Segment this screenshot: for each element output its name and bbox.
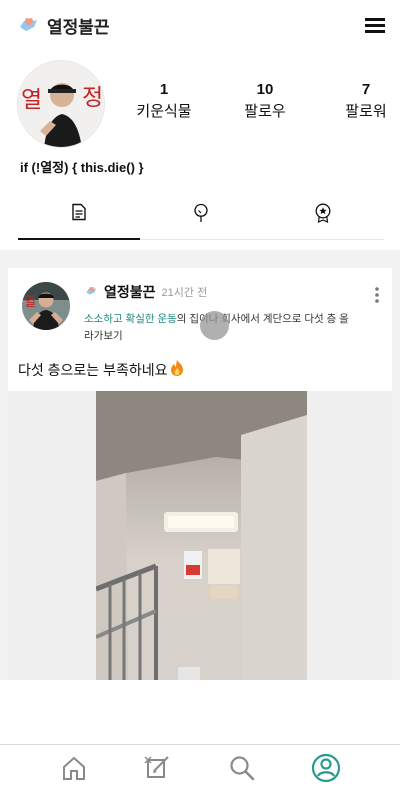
profile-section: 열 정 1 키운식물 10 팔로우 7 팔로워 <box>0 58 400 153</box>
touch-indicator <box>200 311 229 340</box>
document-icon <box>70 203 88 226</box>
app-root: 열정불끈 열 정 1 키운식물 10 팔로우 7 팔로워 if (!열정) {… <box>0 0 400 796</box>
stairwell-photo <box>96 391 307 680</box>
tab-posts[interactable] <box>18 203 140 240</box>
app-title: 열정불끈 <box>47 17 110 37</box>
profile-stats: 1 키운식물 10 팔로우 7 팔로워 <box>135 81 395 123</box>
fire-icon <box>169 359 185 380</box>
post-text-content: 다섯 층으로는 부족하네요 <box>18 361 168 378</box>
hamburger-menu-icon[interactable] <box>362 12 388 38</box>
stat-plants[interactable]: 1 키운식물 <box>135 81 193 123</box>
tab-badges[interactable] <box>262 203 384 239</box>
post-text: 다섯 층으로는 부족하네요 <box>18 359 185 380</box>
stat-following-value: 10 <box>256 81 274 98</box>
nav-home[interactable] <box>57 754 91 788</box>
badge-star-icon <box>314 203 332 228</box>
stat-followers-label: 팔로워 <box>345 103 387 120</box>
post-author-row: 열정불끈 21시간 전 <box>84 282 354 302</box>
nav-search[interactable] <box>225 754 259 788</box>
stat-plants-value: 1 <box>159 81 169 98</box>
nav-profile[interactable] <box>309 753 343 788</box>
stat-followers[interactable]: 7 팔로워 <box>337 81 395 123</box>
brand[interactable]: 열정불끈 <box>16 11 110 40</box>
profile-tabs <box>18 203 384 240</box>
tab-plants[interactable] <box>140 203 262 239</box>
profile-avatar[interactable]: 열 정 <box>17 60 105 148</box>
bottom-navigation <box>0 744 400 796</box>
svg-text:정: 정 <box>82 85 103 111</box>
home-icon <box>60 754 88 787</box>
more-vertical-icon[interactable] <box>370 286 384 304</box>
challenge-tag[interactable]: 소소하고 확실한 운동 <box>84 313 177 325</box>
svg-text:열: 열 <box>24 295 36 310</box>
post-photo[interactable] <box>8 391 392 680</box>
stat-following[interactable]: 10 팔로우 <box>236 81 294 123</box>
search-icon <box>228 754 256 787</box>
user-circle-icon <box>311 753 341 788</box>
svg-text:열: 열 <box>21 87 42 113</box>
profile-bio: if (!열정) { this.die() } <box>20 160 144 175</box>
post-author-avatar[interactable]: 열 <box>22 282 70 330</box>
post-author-name[interactable]: 열정불끈 <box>104 282 156 302</box>
stat-following-label: 팔로우 <box>244 103 286 120</box>
write-icon <box>143 754 173 787</box>
stat-plants-label: 키운식물 <box>136 103 192 120</box>
heart-hand-icon <box>84 283 98 302</box>
nav-write[interactable] <box>141 754 175 788</box>
top-header: 열정불끈 <box>0 0 400 50</box>
heart-hand-icon <box>16 11 40 40</box>
post-timestamp: 21시간 전 <box>161 287 208 299</box>
tree-icon <box>192 203 210 228</box>
stat-followers-value: 7 <box>361 81 371 98</box>
